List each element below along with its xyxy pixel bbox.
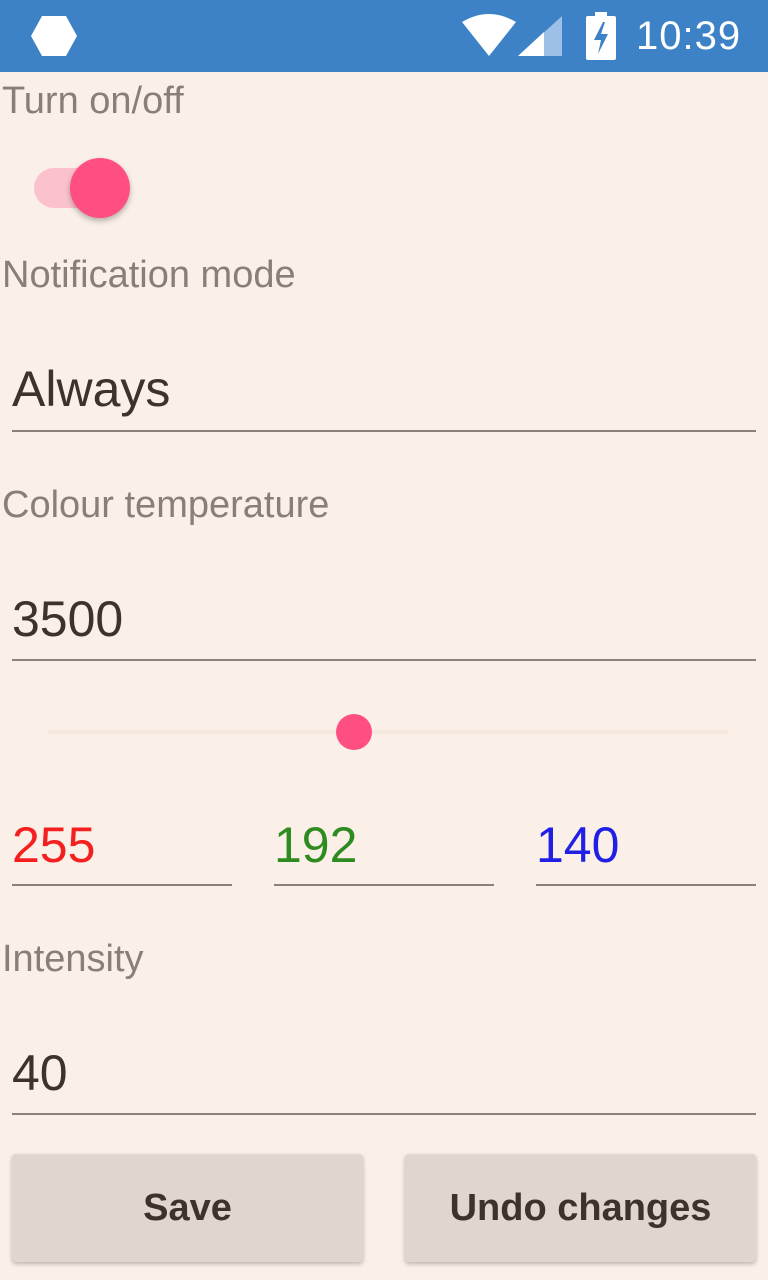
save-button[interactable]: Save (12, 1154, 363, 1262)
intensity-underline (12, 1113, 756, 1115)
blue-value-input[interactable]: 140 (536, 816, 619, 874)
undo-changes-button[interactable]: Undo changes (405, 1154, 756, 1262)
colour-temperature-slider[interactable] (48, 712, 728, 752)
intensity-label: Intensity (2, 938, 144, 980)
green-value-input[interactable]: 192 (274, 816, 357, 874)
colour-temperature-input[interactable]: 3500 (12, 590, 123, 648)
red-underline (12, 884, 232, 886)
notification-mode-label: Notification mode (2, 254, 296, 296)
status-time: 10:39 (636, 14, 742, 58)
power-switch[interactable] (34, 156, 134, 220)
status-bar: 10:39 (0, 0, 768, 72)
battery-charging-icon (586, 12, 616, 60)
colour-temperature-label: Colour temperature (2, 484, 330, 526)
notification-mode-select[interactable]: Always (12, 360, 170, 418)
colour-temperature-underline (12, 659, 756, 661)
red-value-input[interactable]: 255 (12, 816, 95, 874)
green-underline (274, 884, 494, 886)
slider-track (48, 730, 728, 734)
hexagon-icon (31, 16, 77, 56)
notification-mode-underline (12, 430, 756, 432)
slider-thumb[interactable] (336, 714, 372, 750)
cell-signal-icon (518, 16, 562, 56)
toggle-label: Turn on/off (2, 80, 184, 122)
intensity-input[interactable]: 40 (12, 1044, 68, 1102)
wifi-icon (462, 14, 516, 56)
blue-underline (536, 884, 756, 886)
switch-thumb (70, 158, 130, 218)
